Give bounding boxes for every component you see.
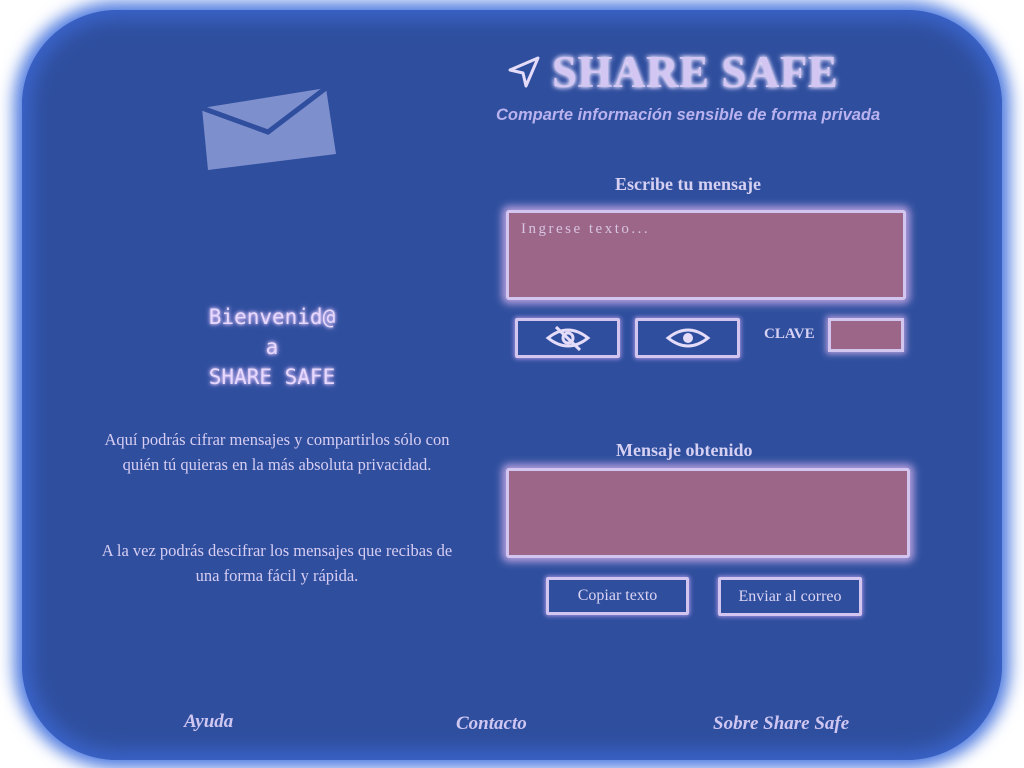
key-field bbox=[828, 318, 904, 352]
page: SHARE SAFE Comparte información sensible… bbox=[0, 0, 1024, 768]
welcome-line-3: SHARE SAFE bbox=[208, 365, 336, 389]
brand-header: SHARE SAFE bbox=[506, 46, 838, 98]
send-icon bbox=[508, 56, 540, 88]
welcome-line-1: Bienvenid@ bbox=[208, 305, 336, 329]
footer-about-link[interactable]: Sobre Share Safe bbox=[713, 713, 849, 735]
output-text[interactable] bbox=[509, 471, 907, 555]
description-paragraph-2: A la vez podrás descifrar los mensajes q… bbox=[101, 541, 453, 585]
key-input[interactable] bbox=[831, 321, 901, 349]
app-subtitle: Comparte información sensible de forma p… bbox=[496, 106, 881, 124]
description-paragraph-1: Aquí podrás cifrar mensajes y compartirl… bbox=[104, 430, 450, 474]
send-email-button[interactable]: Enviar al correo bbox=[718, 577, 862, 616]
footer-help-link[interactable]: Ayuda bbox=[184, 711, 233, 733]
envelope-icon bbox=[201, 86, 336, 170]
message-input-box bbox=[506, 210, 906, 300]
input-section-label: Escribe tu mensaje bbox=[615, 174, 761, 194]
decrypt-button[interactable] bbox=[635, 318, 740, 358]
copy-text-button[interactable]: Copiar texto bbox=[546, 577, 689, 615]
welcome-heading: Bienvenid@ a SHARE SAFE bbox=[150, 302, 394, 392]
eye-icon bbox=[665, 328, 710, 348]
output-section-label: Mensaje obtenido bbox=[616, 440, 753, 460]
welcome-line-2: a bbox=[265, 335, 279, 359]
eye-off-icon bbox=[545, 325, 590, 352]
encrypt-button[interactable] bbox=[515, 318, 620, 358]
app-title: SHARE SAFE bbox=[552, 47, 839, 97]
output-box bbox=[506, 468, 910, 558]
key-label: CLAVE bbox=[764, 326, 815, 342]
message-input[interactable] bbox=[509, 213, 903, 297]
footer-contact-link[interactable]: Contacto bbox=[456, 713, 527, 735]
